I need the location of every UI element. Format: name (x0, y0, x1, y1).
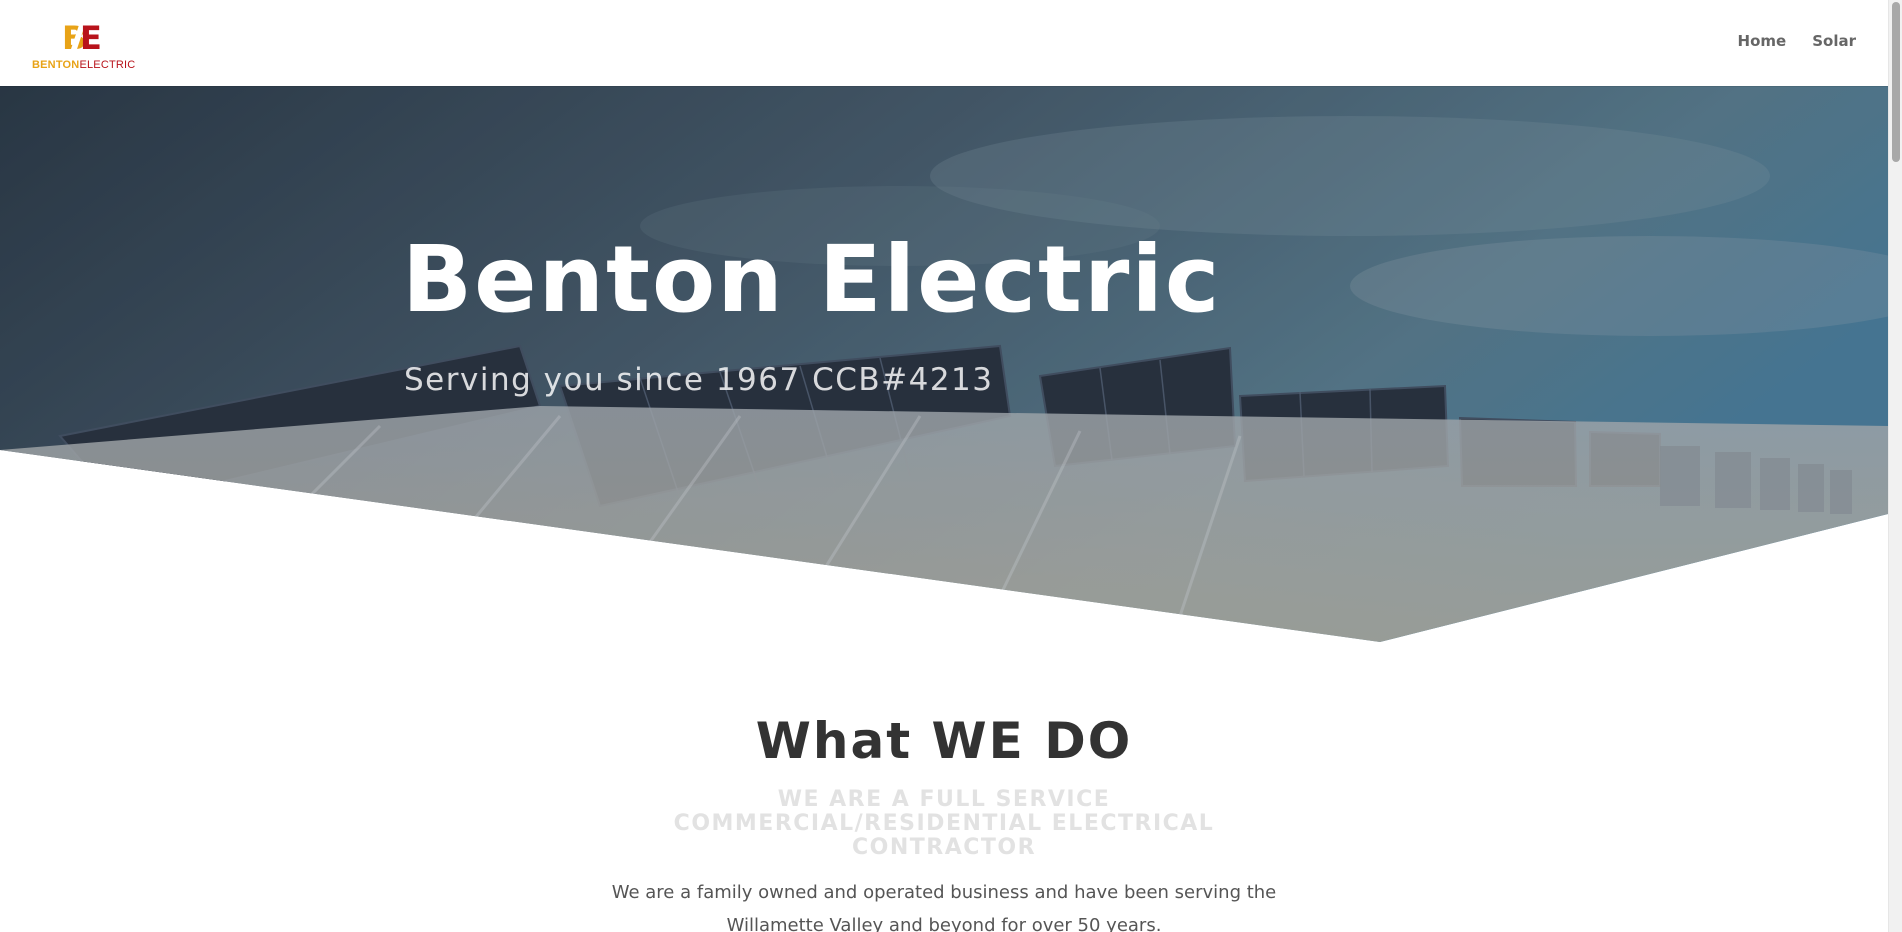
what-we-do-title: What WE DO (755, 712, 1133, 770)
main-nav: Home Solar (1738, 32, 1856, 50)
nav-link-solar[interactable]: Solar (1812, 32, 1856, 50)
nav-link-home[interactable]: Home (1738, 32, 1787, 50)
hero-title: Benton Electric (402, 226, 1222, 333)
what-we-do-description: We are a family owned and operated busin… (611, 882, 1277, 932)
svg-text:E: E (80, 19, 102, 54)
site-logo[interactable]: B E BENTONELECTRIC (32, 18, 135, 72)
hero-subtitle: Serving you since 1967 CCB#4213 (404, 362, 994, 398)
logo-wordmark-part1: BENTON (32, 59, 80, 71)
site-header: B E BENTONELECTRIC Home Solar (0, 0, 1888, 86)
scrollbar-thumb[interactable] (1892, 2, 1900, 162)
page-scrollbar[interactable] (1888, 0, 1902, 932)
what-we-do-section: What WE DO WE ARE A FULL SERVICE COMMERC… (0, 712, 1888, 932)
be-logo-icon: B E (62, 19, 102, 54)
page: Benton Electric Serving you since 1967 C… (0, 0, 1902, 932)
hero-section: Benton Electric Serving you since 1967 C… (0, 86, 1888, 646)
logo-wordmark: BENTONELECTRIC (32, 59, 135, 71)
logo-wordmark-part2: ELECTRIC (79, 59, 136, 71)
what-we-do-subtitle: WE ARE A FULL SERVICE COMMERCIAL/RESIDEN… (673, 787, 1215, 860)
